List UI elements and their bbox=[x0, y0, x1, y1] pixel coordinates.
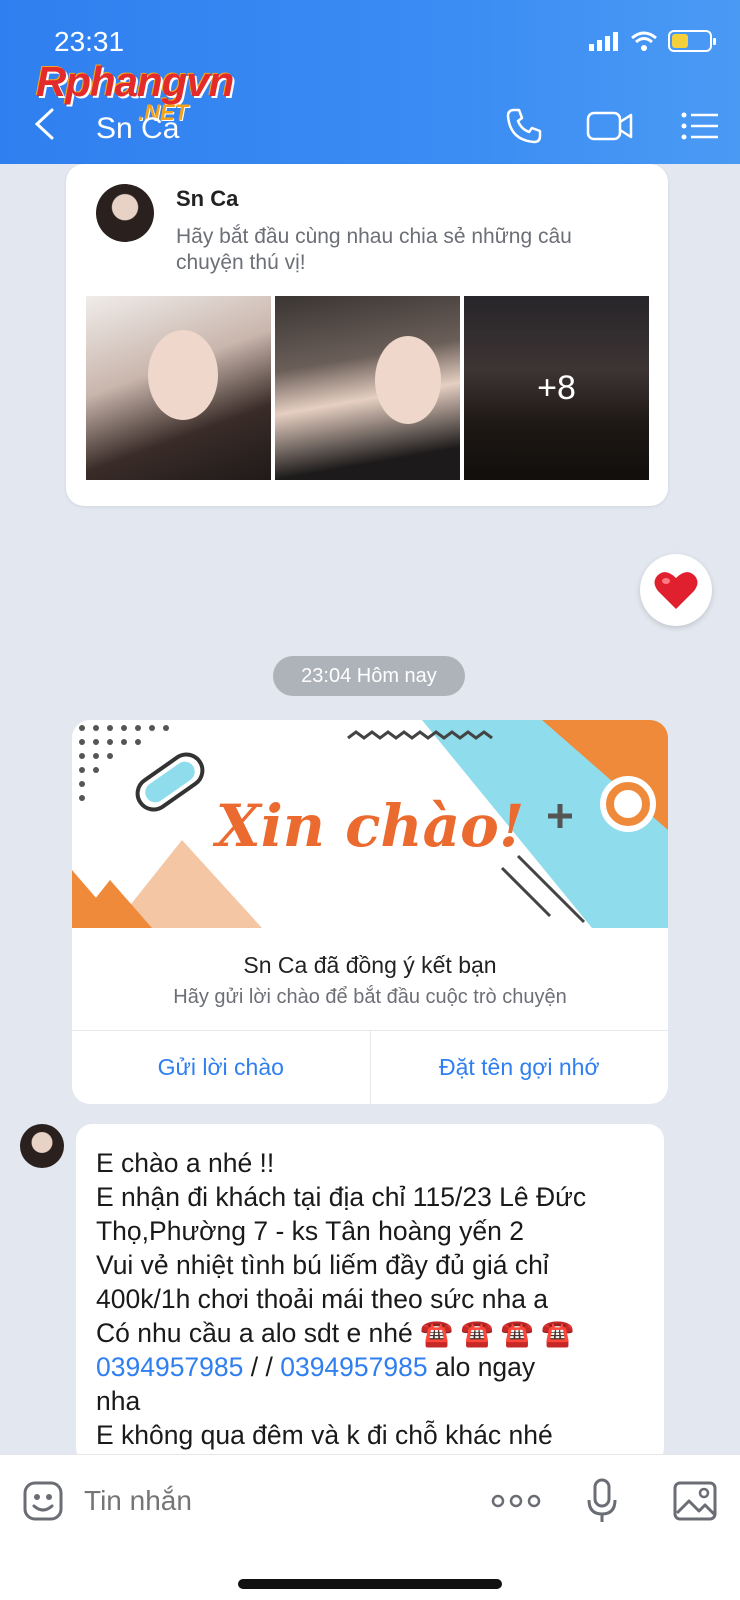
message-text: Thọ,Phường 7 - ks Tân hoàng yến 2 bbox=[96, 1216, 524, 1246]
profile-name: Sn Ca bbox=[176, 186, 239, 211]
call-button[interactable] bbox=[500, 104, 548, 148]
menu-button[interactable] bbox=[676, 104, 724, 148]
battery-icon bbox=[668, 30, 716, 52]
friend-accepted-card: Xin chào! Sn Ca đã đồng ý kết bạn Hãy gử… bbox=[72, 720, 668, 1104]
profile-photo[interactable] bbox=[275, 296, 460, 480]
message-text: nha bbox=[96, 1386, 141, 1416]
friend-accepted-subtitle: Hãy gửi lời chào để bắt đầu cuộc trò chu… bbox=[173, 986, 567, 1008]
profile-description: Hãy bắt đầu cùng nhau chia sẻ những câu … bbox=[176, 225, 572, 274]
phone-separator: / / bbox=[243, 1352, 281, 1382]
more-dots-icon bbox=[491, 1494, 541, 1508]
chat-header: 23:31 Rphangvn .NET Sn Ca bbox=[0, 0, 740, 164]
emoji-button[interactable] bbox=[20, 1477, 66, 1525]
timestamp-pill: 23:04 Hôm nay bbox=[273, 656, 465, 696]
phone-suffix-text: alo ngay bbox=[427, 1352, 536, 1382]
greeting-banner: Xin chào! bbox=[72, 720, 668, 928]
reaction-button[interactable] bbox=[640, 554, 712, 626]
send-greeting-button[interactable]: Gửi lời chào bbox=[72, 1031, 370, 1104]
phone-number-link[interactable]: 0394957985 bbox=[280, 1352, 427, 1382]
message-text: 400k/1h chơi thoải mái theo sức nha a bbox=[96, 1284, 549, 1314]
chevron-left-icon bbox=[34, 108, 54, 140]
phone-number-link[interactable]: 0394957985 bbox=[96, 1352, 243, 1382]
message-text: E nhận đi khách tại địa chỉ 115/23 Lê Đứ… bbox=[96, 1182, 587, 1212]
home-indicator[interactable] bbox=[238, 1579, 502, 1589]
emoji-smile-icon bbox=[23, 1481, 63, 1521]
message-text: E chào a nhé !! bbox=[96, 1148, 275, 1178]
wifi-icon bbox=[631, 31, 657, 51]
microphone-icon bbox=[587, 1478, 617, 1522]
phone-icon bbox=[506, 108, 542, 144]
phone-line: 0394957985 / / 0394957985 alo ngay bbox=[96, 1350, 644, 1384]
message-text: E không qua đêm và k đi chỗ khác nhé bbox=[96, 1420, 553, 1450]
video-call-button[interactable] bbox=[586, 104, 634, 148]
sender-avatar[interactable] bbox=[20, 1124, 64, 1168]
status-time: 23:31 bbox=[54, 26, 125, 57]
back-button[interactable] bbox=[26, 104, 62, 144]
friend-card-actions: Gửi lời chào Đặt tên gợi nhớ bbox=[72, 1030, 668, 1104]
profile-photo-more[interactable]: +8 bbox=[464, 296, 649, 480]
watermark-logo: Rphangvn bbox=[36, 58, 234, 105]
send-image-button[interactable] bbox=[672, 1477, 718, 1525]
image-gallery-icon bbox=[673, 1481, 717, 1521]
heart-icon bbox=[654, 572, 698, 609]
status-icons bbox=[588, 30, 716, 52]
more-options-button[interactable] bbox=[490, 1477, 542, 1525]
profile-card[interactable]: Sn Ca Hãy bắt đầu cùng nhau chia sẻ nhữn… bbox=[66, 164, 668, 506]
signal-icon bbox=[589, 32, 618, 51]
list-menu-icon bbox=[681, 112, 718, 140]
composer-bar bbox=[0, 1454, 740, 1600]
chat-title[interactable]: Sn Ca bbox=[96, 112, 179, 146]
message-input[interactable] bbox=[84, 1477, 464, 1525]
set-nickname-button[interactable]: Đặt tên gợi nhớ bbox=[369, 1031, 669, 1104]
more-photos-count: +8 bbox=[464, 296, 649, 480]
voice-message-button[interactable] bbox=[582, 1477, 622, 1525]
video-camera-icon bbox=[586, 111, 633, 141]
profile-photo[interactable] bbox=[86, 296, 271, 480]
friend-accepted-title: Sn Ca đã đồng ý kết bạn bbox=[243, 952, 497, 978]
banner-greeting-text: Xin chào! bbox=[215, 792, 525, 860]
message-bubble[interactable]: E chào a nhé !! E nhận đi khách tại địa … bbox=[76, 1124, 664, 1464]
profile-photos: +8 bbox=[86, 296, 649, 480]
avatar[interactable] bbox=[96, 184, 154, 242]
message-text: Vui vẻ nhiệt tình bú liếm đầy đủ giá chỉ bbox=[96, 1250, 549, 1280]
message-text: Có nhu cầu a alo sdt e nhé ☎️ ☎️ ☎️ ☎️ bbox=[96, 1318, 575, 1348]
